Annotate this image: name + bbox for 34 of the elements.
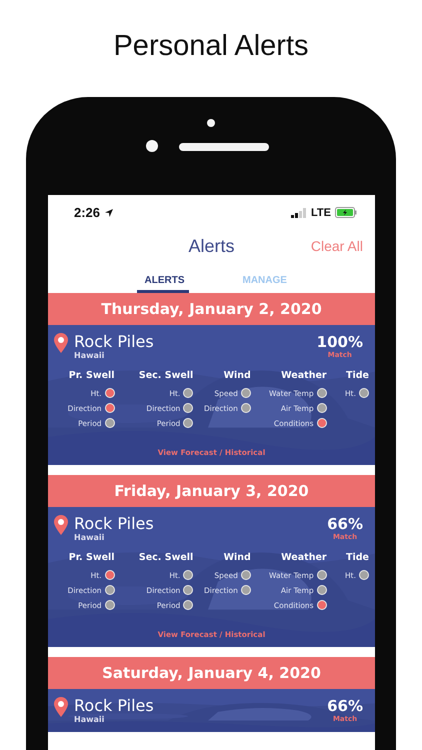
column-title: Sec. Swell [138,370,194,381]
date-header: Friday, January 3, 2020 [48,475,375,507]
column-title: Weather [281,552,327,563]
battery-icon [335,207,357,218]
page-headline: Personal Alerts [113,29,309,64]
column-title: Wind [224,552,251,563]
spot-region: Hawaii [74,533,106,542]
match-percent: 100% [316,333,363,351]
camera-icon [146,140,158,152]
spot-name: Rock Piles [74,333,154,351]
spot-region: Hawaii [74,351,106,360]
sensor-icon [207,119,215,127]
column-title: Tide [346,370,369,381]
spot-region: Hawaii [74,715,106,724]
network-label: LTE [311,206,331,218]
spot-name: Rock Piles [74,515,154,533]
map-pin-icon [54,333,68,353]
signal-icon [291,208,308,218]
date-header: Thursday, January 2, 2020 [48,293,375,325]
column-title: Sec. Swell [138,552,194,563]
map-pin-icon [54,697,68,717]
column-title: Wind [224,370,251,381]
spot-name: Rock Piles [74,697,154,715]
date-header: Saturday, January 4, 2020 [48,657,375,689]
match-percent: 66% [327,697,363,715]
column-title: Pr. Swell [68,552,115,563]
column-title: Pr. Swell [68,370,115,381]
map-pin-icon [54,515,68,535]
location-arrow-icon [104,208,114,218]
column-title: Tide [346,552,369,563]
match-percent: 66% [327,515,363,533]
column-title: Weather [281,370,327,381]
status-time: 2:26 [74,205,100,220]
screen-title: Alerts [188,236,234,256]
